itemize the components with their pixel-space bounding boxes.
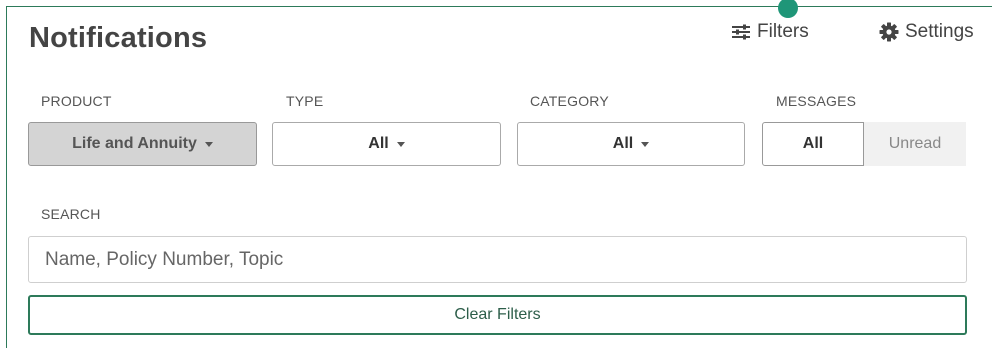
caret-down-icon	[204, 141, 213, 147]
caret-down-icon	[396, 141, 405, 147]
messages-unread-toggle[interactable]: Unread	[864, 122, 966, 166]
category-select-value: All	[612, 135, 634, 152]
type-select[interactable]: All	[272, 122, 501, 166]
type-select-value: All	[368, 135, 389, 152]
category-select[interactable]: All	[517, 122, 745, 166]
filters-label: Filters	[757, 21, 809, 42]
search-label: SEARCH	[41, 206, 101, 222]
type-label: TYPE	[286, 93, 324, 109]
messages-all-toggle[interactable]: All	[762, 122, 864, 166]
search-input[interactable]	[28, 236, 967, 283]
clear-filters-button[interactable]: Clear Filters	[28, 295, 967, 335]
messages-label: MESSAGES	[776, 93, 857, 109]
category-label: CATEGORY	[530, 93, 609, 109]
caret-down-icon	[641, 141, 650, 147]
product-select-value: Life and Annuity	[72, 135, 197, 152]
product-select[interactable]: Life and Annuity	[28, 122, 257, 166]
settings-link[interactable]: Settings	[879, 20, 974, 44]
page-title: Notifications	[29, 22, 208, 54]
product-label: PRODUCT	[41, 93, 112, 109]
sliders-icon	[731, 24, 751, 40]
filters-toggle[interactable]: Filters	[731, 20, 809, 44]
gear-icon	[879, 22, 899, 42]
settings-label: Settings	[905, 21, 974, 42]
